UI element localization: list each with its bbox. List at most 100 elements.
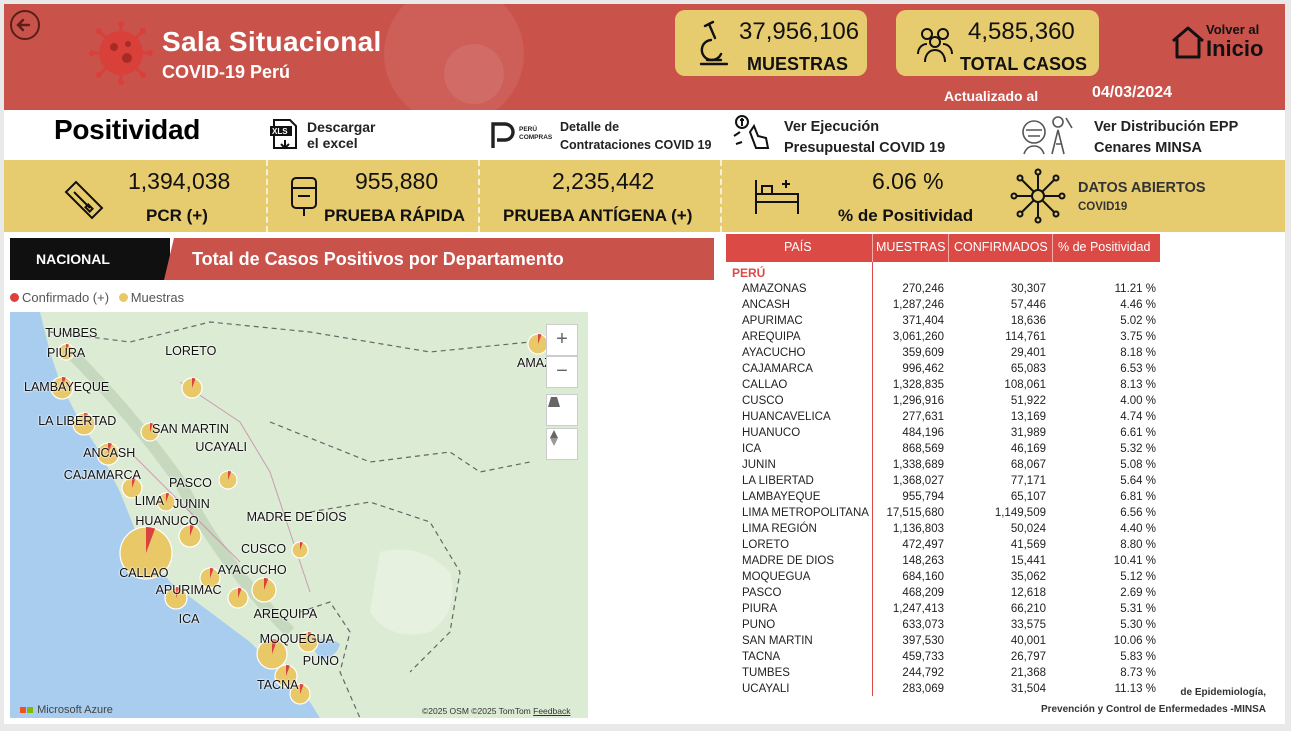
cell-muestras: 277,631 bbox=[902, 411, 944, 423]
table-row[interactable]: MOQUEGUA 684,160 35,062 5.12 % bbox=[726, 570, 1160, 586]
cell-muestras: 270,246 bbox=[902, 283, 944, 295]
cell-muestras: 1,136,803 bbox=[892, 523, 944, 535]
compass-icon bbox=[550, 430, 558, 446]
contracts-link[interactable]: PERÚ COMPRAS Detalle de Contrataciones C… bbox=[487, 114, 717, 158]
bubble-ucayali[interactable] bbox=[218, 470, 238, 490]
table-row[interactable]: TUMBES 244,792 21,368 8.73 % bbox=[726, 666, 1160, 682]
open-data-link[interactable]: DATOS ABIERTOS COVID19 bbox=[1002, 160, 1242, 232]
zoom-out-button[interactable]: − bbox=[546, 356, 578, 388]
group-label-peru: PERÚ bbox=[732, 266, 766, 280]
cell-muestras: 633,073 bbox=[902, 619, 944, 631]
cell-department: LIMA METROPOLITANA bbox=[742, 507, 869, 519]
cell-department: ANCASH bbox=[742, 299, 790, 311]
map-label-pasco: PASCO bbox=[169, 476, 212, 490]
col-header-muestras[interactable]: MUESTRAS bbox=[876, 240, 945, 254]
cell-confirmados: 26,797 bbox=[1010, 651, 1046, 663]
table-row[interactable]: ICA 868,569 46,169 5.32 % bbox=[726, 442, 1160, 458]
map-label-arequipa: AREQUIPA bbox=[253, 607, 318, 621]
cell-positividad: 10.06 % bbox=[1113, 635, 1156, 647]
table-row[interactable]: LIMA REGIÓN 1,136,803 50,024 4.40 % bbox=[726, 522, 1160, 538]
app-title: Sala Situacional bbox=[162, 26, 382, 57]
cell-department: CAJAMARCA bbox=[742, 363, 813, 375]
stats-band: 1,394,038 PCR (+) 955,880 PRUEBA RÁPIDA … bbox=[4, 160, 1285, 232]
table-header: PAÍS MUESTRAS CONFIRMADOS % de Positivid… bbox=[726, 234, 1160, 262]
map-label-lambayeque: LAMBAYEQUE bbox=[24, 380, 110, 394]
cell-confirmados: 40,001 bbox=[1010, 635, 1046, 647]
table-row[interactable]: CAJAMARCA 996,462 65,083 6.53 % bbox=[726, 362, 1160, 378]
bubble-madre-de-dios[interactable] bbox=[291, 541, 309, 559]
map-label-tacna: TACNA bbox=[257, 678, 299, 692]
cell-muestras: 868,569 bbox=[902, 443, 944, 455]
cell-confirmados: 13,169 bbox=[1010, 411, 1046, 423]
col-header-pais[interactable]: PAÍS bbox=[784, 240, 812, 254]
map-label-lima: LIMA bbox=[134, 494, 164, 508]
table-row[interactable]: LORETO 472,497 41,569 8.80 % bbox=[726, 538, 1160, 554]
back-button[interactable] bbox=[10, 10, 40, 40]
table-row[interactable]: HUANUCO 484,196 31,989 6.61 % bbox=[726, 426, 1160, 442]
svg-text:XLS: XLS bbox=[272, 127, 288, 136]
feedback-link[interactable]: Feedback bbox=[533, 706, 570, 716]
home-link-label-large: Inicio bbox=[1206, 36, 1264, 61]
map-legend: Confirmado (+) Muestras bbox=[10, 290, 184, 305]
table-row[interactable]: PASCO 468,209 12,618 2.69 % bbox=[726, 586, 1160, 602]
epp-link[interactable]: Ver Distribución EPP Cenares MINSA bbox=[1018, 114, 1280, 158]
table-row[interactable]: AYACUCHO 359,609 29,401 8.18 % bbox=[726, 346, 1160, 362]
cell-muestras: 1,296,916 bbox=[892, 395, 944, 407]
kpi-total-casos-label: TOTAL CASOS bbox=[960, 54, 1088, 74]
kpi-muestras-card: 37,956,106 MUESTRAS bbox=[675, 10, 867, 76]
table-row[interactable]: SAN MARTIN 397,530 40,001 10.06 % bbox=[726, 634, 1160, 650]
cell-muestras: 148,263 bbox=[902, 555, 944, 567]
tilt-button[interactable] bbox=[546, 394, 578, 426]
bubble-amazo[interactable] bbox=[527, 333, 549, 355]
cell-confirmados: 65,083 bbox=[1010, 363, 1046, 375]
download-excel-link[interactable]: XLS Descargar el excel bbox=[268, 114, 388, 158]
map-label-ica: ICA bbox=[178, 612, 200, 626]
app-subtitle: COVID-19 Perú bbox=[162, 62, 291, 82]
table-row[interactable]: CALLAO 1,328,835 108,061 8.13 % bbox=[726, 378, 1160, 394]
table-row[interactable]: AMAZONAS 270,246 30,307 11.21 % bbox=[726, 282, 1160, 298]
stat-pcr-label: PCR (+) bbox=[146, 206, 208, 225]
cell-department: TACNA bbox=[742, 651, 781, 663]
peru-map[interactable]: TUMBES PIURA LAMBAYEQUE LORETO LA LIBERTAD SA… bbox=[10, 312, 588, 718]
table-row[interactable]: AREQUIPA 3,061,260 114,761 3.75 % bbox=[726, 330, 1160, 346]
network-icon bbox=[1010, 168, 1066, 224]
bubble-apurimac[interactable] bbox=[227, 587, 249, 609]
microsoft-azure-logo: Microsoft Azure bbox=[20, 704, 113, 716]
bubble-loreto[interactable] bbox=[181, 377, 203, 399]
cell-confirmados: 21,368 bbox=[1010, 667, 1046, 679]
table-row[interactable]: JUNIN 1,338,689 68,067 5.08 % bbox=[726, 458, 1160, 474]
peru-compras-brand: PERÚ COMPRAS bbox=[519, 126, 553, 141]
table-row[interactable]: LIMA METROPOLITANA 17,515,680 1,149,509 6.5… bbox=[726, 506, 1160, 522]
col-header-positividad[interactable]: % de Positividad bbox=[1058, 240, 1150, 254]
budget-label-2: Presupuestal COVID 19 bbox=[784, 140, 946, 156]
bubble-junin[interactable] bbox=[178, 524, 202, 548]
table-row[interactable]: LA LIBERTAD 1,368,027 77,171 5.64 % bbox=[726, 474, 1160, 490]
cell-department: TUMBES bbox=[742, 667, 790, 679]
table-row[interactable]: MADRE DE DIOS 148,263 15,441 10.41 % bbox=[726, 554, 1160, 570]
table-row[interactable]: TACNA 459,733 26,797 5.83 % bbox=[726, 650, 1160, 666]
table-row[interactable]: APURIMAC 371,404 18,636 5.02 % bbox=[726, 314, 1160, 330]
header-banner: Sala Situacional COVID-19 Perú 37,956,10… bbox=[4, 4, 1285, 110]
budget-link[interactable]: Ver Ejecución Presupuestal COVID 19 bbox=[730, 114, 970, 158]
table-row[interactable]: PUNO 633,073 33,575 5.30 % bbox=[726, 618, 1160, 634]
compass-button[interactable] bbox=[546, 428, 578, 460]
table-row[interactable]: HUANCAVELICA 277,631 13,169 4.74 % bbox=[726, 410, 1160, 426]
col-header-confirmados[interactable]: CONFIRMADOS bbox=[954, 240, 1048, 254]
cell-muestras: 17,515,680 bbox=[886, 507, 944, 519]
kpi-total-casos-card: 4,585,360 TOTAL CASOS bbox=[896, 10, 1099, 76]
table-row[interactable]: ANCASH 1,287,246 57,446 4.46 % bbox=[726, 298, 1160, 314]
table-row[interactable]: CUSCO 1,296,916 51,922 4.00 % bbox=[726, 394, 1160, 410]
cell-confirmados: 50,024 bbox=[1010, 523, 1046, 535]
zoom-in-button[interactable]: + bbox=[546, 324, 578, 356]
department-table: PAÍS MUESTRAS CONFIRMADOS % de Positivid… bbox=[726, 234, 1166, 698]
table-row[interactable]: PIURA 1,247,413 66,210 5.31 % bbox=[726, 602, 1160, 618]
open-data-title: DATOS ABIERTOS bbox=[1078, 180, 1206, 196]
home-link[interactable]: Volver al Inicio bbox=[1166, 20, 1276, 68]
tab-nacional[interactable]: NACIONAL bbox=[10, 238, 170, 280]
map-label-cajamarca: CAJAMARCA bbox=[63, 468, 141, 482]
cell-confirmados: 33,575 bbox=[1010, 619, 1046, 631]
cell-muestras: 484,196 bbox=[902, 427, 944, 439]
stat-rapid-value: 955,880 bbox=[355, 168, 439, 194]
bubble-cusco[interactable] bbox=[251, 577, 277, 603]
table-row[interactable]: LAMBAYEQUE 955,794 65,107 6.81 % bbox=[726, 490, 1160, 506]
